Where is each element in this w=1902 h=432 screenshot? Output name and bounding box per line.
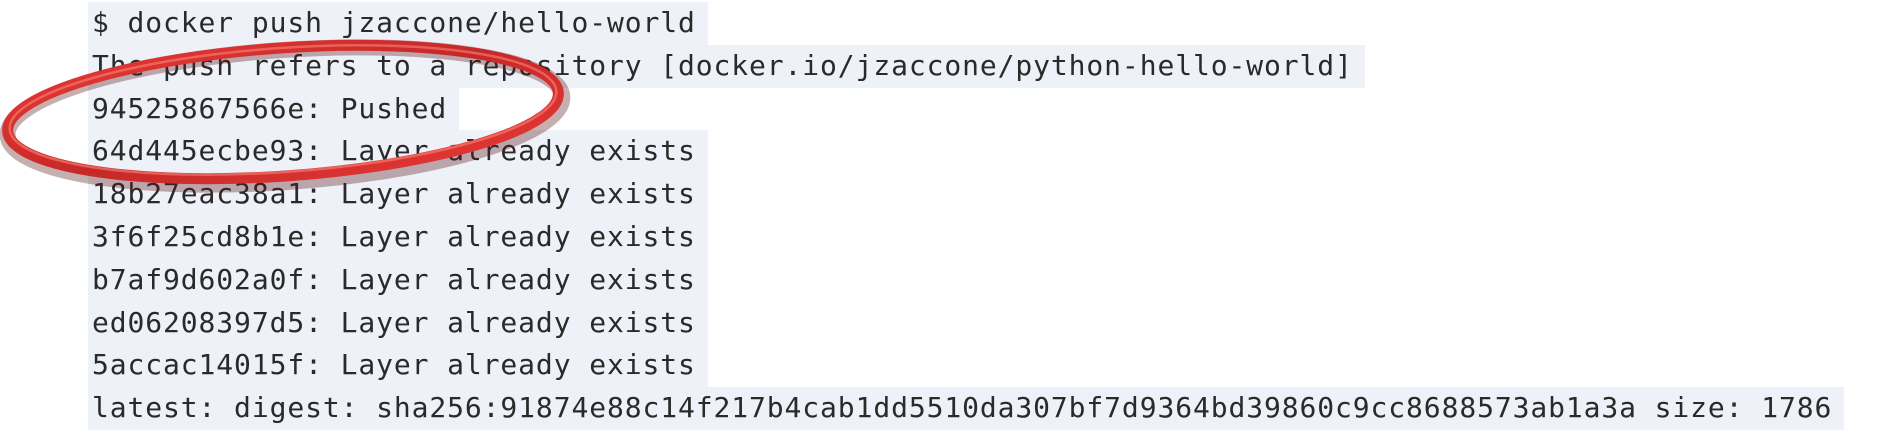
output-line: 18b27eac38a1: Layer already exists <box>88 173 1844 216</box>
output-line: 64d445ecbe93: Layer already exists <box>88 130 1844 174</box>
layer-status-text: b7af9d602a0f: Layer already exists <box>88 258 708 302</box>
command-text: $ docker push jzaccone/hello-world <box>88 2 708 45</box>
output-line: latest: digest: sha256:91874e88c14f217b4… <box>88 387 1845 430</box>
output-line: 94525867566e: Pushed <box>88 87 1844 131</box>
layer-status-text: 18b27eac38a1: Layer already exists <box>88 173 708 216</box>
output-line: 3f6f25cd8b1e: Layer already exists <box>88 215 1844 259</box>
output-line: b7af9d602a0f: Layer already exists <box>88 258 1844 302</box>
output-line: 5accac14015f: Layer already exists <box>88 344 1844 388</box>
layer-status-text: 5accac14015f: Layer already exists <box>88 344 708 388</box>
repository-text: The push refers to a repository [docker.… <box>88 44 1365 88</box>
layer-status-text: ed06208397d5: Layer already exists <box>88 301 708 345</box>
digest-text: latest: digest: sha256:91874e88c14f217b4… <box>88 387 1845 430</box>
layer-status-text: 64d445ecbe93: Layer already exists <box>88 130 708 174</box>
command-line: $ docker push jzaccone/hello-world <box>88 2 1844 45</box>
output-line: The push refers to a repository [docker.… <box>88 44 1844 88</box>
pushed-layer-text: 94525867566e: Pushed <box>88 87 460 131</box>
terminal-output: $ docker push jzaccone/hello-world The p… <box>88 2 1845 430</box>
output-line: ed06208397d5: Layer already exists <box>88 301 1844 345</box>
layer-status-text: 3f6f25cd8b1e: Layer already exists <box>88 215 708 259</box>
